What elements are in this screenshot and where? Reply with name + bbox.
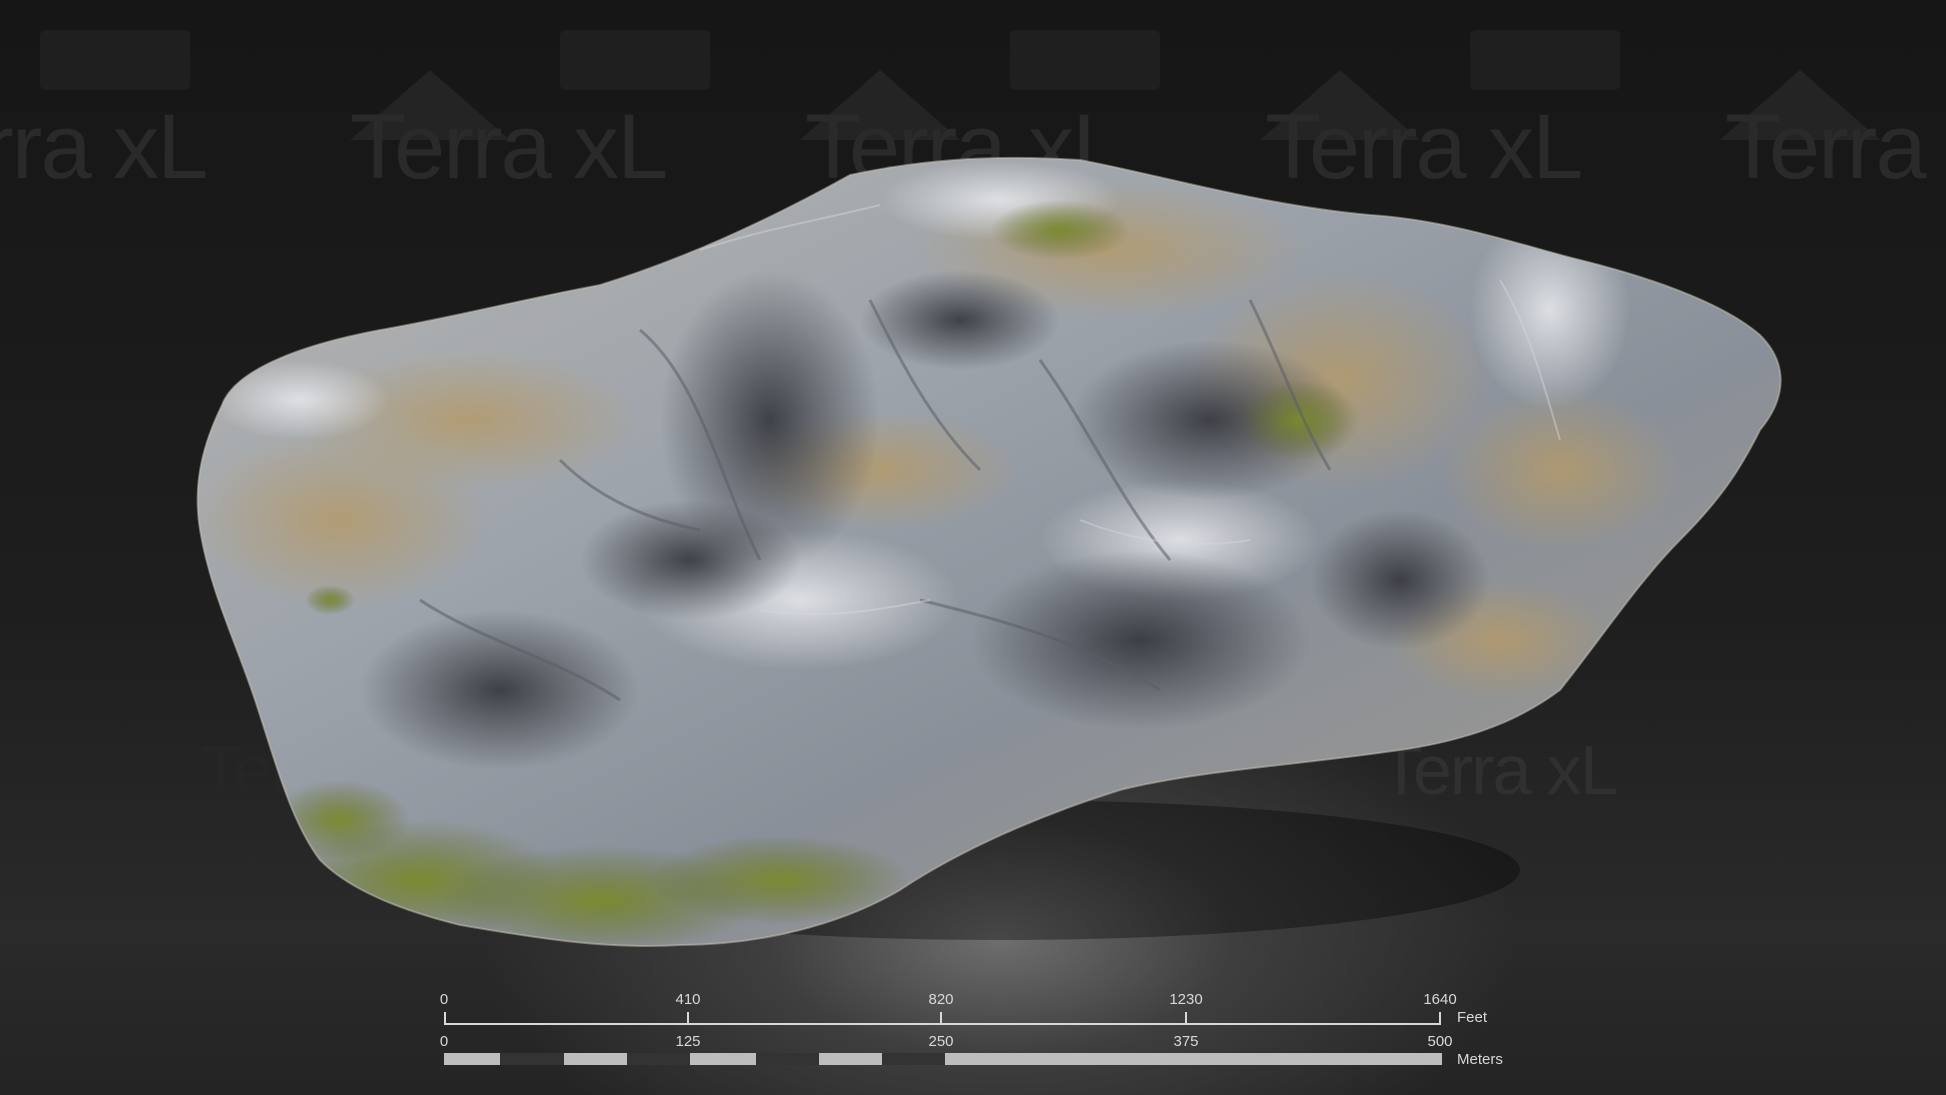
meters-tick-label: 0 <box>440 1033 448 1050</box>
meters-unit-label: Meters <box>1457 1051 1503 1068</box>
meters-bar-segment <box>756 1053 819 1065</box>
feet-tick-label: 1640 <box>1423 991 1456 1008</box>
scale-bar-meters: 0 125 250 375 500 Meters <box>440 1033 1503 1068</box>
meters-tick-label: 250 <box>928 1033 953 1050</box>
scale-bar-feet: 0 410 820 1230 1640 Feet <box>440 991 1488 1026</box>
feet-tick-label: 410 <box>675 991 700 1008</box>
feet-tick-label: 0 <box>440 991 448 1008</box>
feet-tick-label: 1230 <box>1169 991 1202 1008</box>
scale-bar: 0 410 820 1230 1640 Feet 0 125 250 375 5… <box>440 991 1503 1068</box>
map-viewport: Terra xL Terra xL Terra xL Terra xL Terr… <box>0 0 1946 1095</box>
meters-tick-label: 125 <box>675 1033 700 1050</box>
meters-bar-segment <box>500 1053 564 1065</box>
meters-tick-label: 500 <box>1427 1033 1452 1050</box>
feet-tick-label: 820 <box>928 991 953 1008</box>
meters-bar-segment <box>627 1053 690 1065</box>
meters-tick-label: 375 <box>1173 1033 1198 1050</box>
meters-bar-segment <box>882 1053 945 1065</box>
feet-unit-label: Feet <box>1457 1009 1488 1026</box>
